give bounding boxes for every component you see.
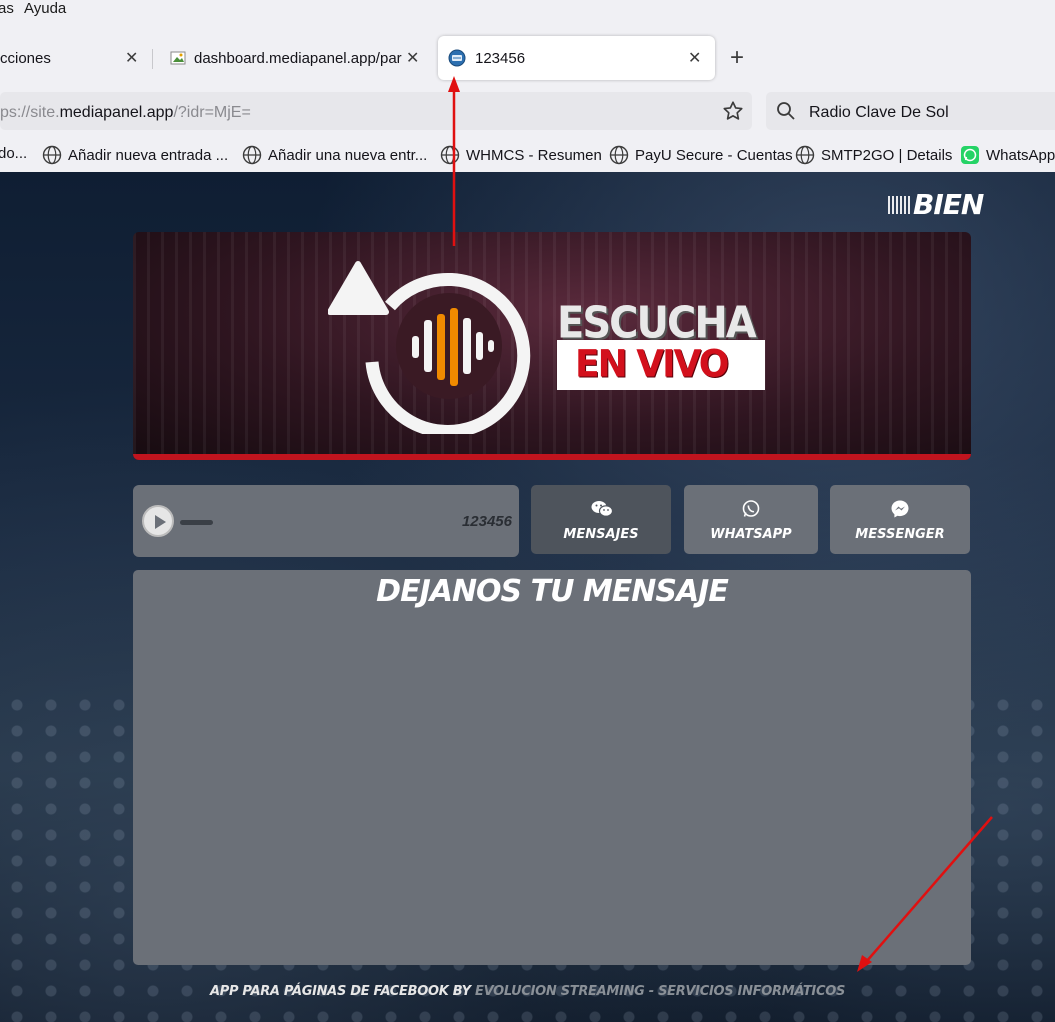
- bookmark-label: Añadir nueva entrada ...: [68, 146, 229, 164]
- navigation-bar: ps://site.mediapanel.app/?idr=MjE= Radio…: [0, 90, 1055, 136]
- globe-icon: [42, 145, 62, 165]
- tab-label: dashboard.mediapanel.app/par: [194, 49, 402, 67]
- messenger-button[interactable]: MESSENGER: [830, 485, 970, 554]
- search-icon: [777, 102, 795, 120]
- station-logo: BIEN: [888, 188, 984, 221]
- tab-123456[interactable]: 123456 ✕: [438, 36, 715, 80]
- globe-icon: [242, 145, 262, 165]
- globe-icon: [795, 145, 815, 165]
- bookmark-label: WHMCS - Resumen: [466, 146, 602, 164]
- message-panel: DEJANOS TU MENSAJE: [133, 570, 971, 965]
- menu-item-herramientas[interactable]: as: [0, 0, 14, 17]
- bookmark-star-icon[interactable]: [722, 100, 744, 122]
- web-page: BIEN ESCUCHA EN VIVO 123456 MENSAJES WHA…: [0, 172, 1055, 1022]
- whatsapp-icon: [742, 500, 760, 517]
- audio-player: 123456: [133, 485, 519, 557]
- globe-icon: [440, 145, 460, 165]
- footer-credit-link[interactable]: EVOLUCION STREAMING - SERVICIOS INFORMÁT…: [475, 984, 845, 999]
- menu-item-ayuda[interactable]: Ayuda: [24, 0, 66, 17]
- url-text: ps://site.mediapanel.app/?idr=MjE=: [0, 104, 251, 122]
- browser-chrome: as Ayuda cciones ✕ dashboard.mediapanel.…: [0, 0, 1055, 172]
- close-tab-icon[interactable]: ✕: [406, 48, 419, 68]
- footer-prefix: APP PARA PÁGINAS DE FACEBOOK BY: [209, 984, 471, 999]
- bookmark-item[interactable]: SMTP2GO | Details: [795, 145, 952, 165]
- bookmark-item[interactable]: WhatsApp: [960, 145, 1055, 165]
- messenger-label: MESSENGER: [855, 527, 945, 542]
- radio-favicon-icon: [448, 49, 466, 67]
- play-button[interactable]: [142, 505, 174, 537]
- search-input[interactable]: Radio Clave De Sol: [809, 104, 949, 122]
- menu-bar: as Ayuda: [0, 0, 1055, 20]
- mensajes-label: MENSAJES: [563, 527, 639, 542]
- equalizer-icon: [888, 195, 910, 214]
- new-tab-button[interactable]: +: [730, 46, 744, 70]
- bookmark-item[interactable]: PayU Secure - Cuentas: [609, 145, 793, 165]
- bookmark-item[interactable]: WHMCS - Resumen: [440, 145, 602, 165]
- station-logo-text: BIEN: [913, 188, 984, 221]
- search-bar[interactable]: Radio Clave De Sol: [766, 92, 1055, 130]
- banner-envivo-text: EN VIVO: [575, 342, 729, 387]
- live-banner: ESCUCHA EN VIVO: [133, 232, 971, 460]
- tab-colecciones[interactable]: cciones ✕: [0, 36, 150, 80]
- tab-label: 123456: [475, 49, 526, 67]
- live-stream-logo-icon: [328, 261, 531, 434]
- bookmark-label: PayU Secure - Cuentas: [635, 146, 793, 164]
- tab-strip: cciones ✕ dashboard.mediapanel.app/par ✕…: [0, 32, 1055, 84]
- bookmark-label: do...: [0, 145, 28, 162]
- bookmark-label: SMTP2GO | Details: [821, 146, 953, 164]
- url-domain: mediapanel.app: [59, 104, 174, 121]
- messenger-icon: [891, 500, 909, 518]
- bookmark-item[interactable]: Añadir una nueva entr...: [242, 145, 427, 165]
- globe-icon: [609, 145, 629, 165]
- bookmarks-toolbar: do... Añadir nueva entrada ... Añadir un…: [0, 143, 1055, 169]
- url-path: /?idr=MjE=: [173, 104, 251, 121]
- tab-label: cciones: [0, 49, 51, 67]
- wechat-icon: [591, 501, 613, 517]
- whatsapp-icon: [961, 146, 979, 164]
- player-title: 123456: [461, 513, 512, 530]
- volume-slider[interactable]: [180, 520, 213, 525]
- image-favicon-icon: [170, 51, 186, 65]
- bookmark-label: Añadir una nueva entr...: [268, 146, 428, 164]
- bookmark-item[interactable]: do...: [0, 145, 27, 162]
- bookmark-label: WhatsApp: [986, 146, 1055, 164]
- bookmark-item[interactable]: Añadir nueva entrada ...: [42, 145, 228, 165]
- tab-dashboard[interactable]: dashboard.mediapanel.app/par ✕: [162, 36, 430, 80]
- whatsapp-label: WHATSAPP: [710, 527, 792, 542]
- whatsapp-button[interactable]: WHATSAPP: [684, 485, 818, 554]
- page-footer: APP PARA PÁGINAS DE FACEBOOK BY EVOLUCIO…: [0, 984, 1055, 999]
- message-panel-title: DEJANOS TU MENSAJE: [376, 574, 729, 609]
- mensajes-button[interactable]: MENSAJES: [531, 485, 671, 554]
- tab-separator: [152, 49, 153, 69]
- banner-red-stripe: [133, 454, 971, 460]
- close-tab-icon[interactable]: ✕: [688, 48, 701, 68]
- close-tab-icon[interactable]: ✕: [125, 48, 138, 68]
- url-prefix: ps://site.: [0, 104, 60, 121]
- address-bar[interactable]: ps://site.mediapanel.app/?idr=MjE=: [0, 92, 752, 130]
